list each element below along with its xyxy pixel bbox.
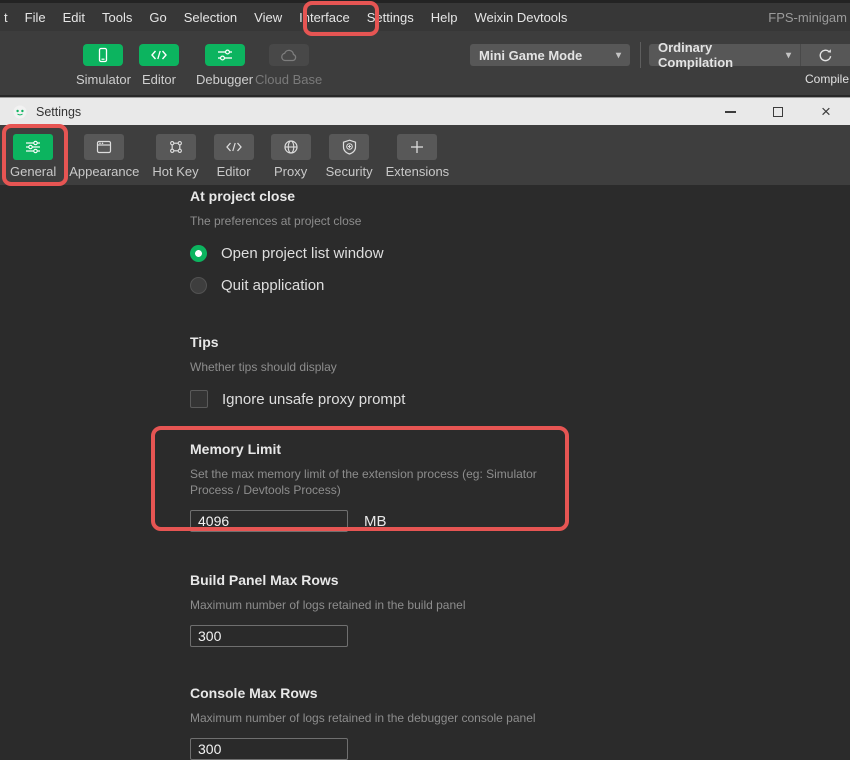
cloud-base-button: Cloud Base bbox=[255, 44, 322, 87]
checkbox-ignore-unsafe-proxy[interactable]: Ignore unsafe proxy prompt bbox=[190, 387, 770, 411]
close-icon: × bbox=[821, 103, 831, 120]
radio-selected-icon[interactable] bbox=[190, 245, 207, 262]
tab-proxy[interactable]: Proxy bbox=[269, 134, 313, 185]
menu-item-truncated[interactable]: t bbox=[2, 9, 10, 26]
section-description: The preferences at project close bbox=[190, 213, 575, 229]
code-icon bbox=[225, 141, 243, 153]
window-icon bbox=[96, 140, 112, 154]
section-memory-limit: Memory Limit Set the max memory limit of… bbox=[190, 441, 770, 532]
section-heading: Tips bbox=[190, 334, 770, 350]
memory-limit-unit: MB bbox=[364, 513, 387, 530]
menu-bar: t File Edit Tools Go Selection View Inte… bbox=[0, 0, 850, 31]
project-name-label: FPS-minigam bbox=[768, 10, 847, 25]
radio-quit-application[interactable]: Quit application bbox=[190, 273, 770, 297]
tab-hot-key-label: Hot Key bbox=[152, 164, 198, 179]
console-max-rows-input[interactable] bbox=[190, 738, 348, 760]
settings-content: At project close The preferences at proj… bbox=[190, 188, 770, 747]
section-description: Whether tips should display bbox=[190, 359, 575, 375]
minimize-icon bbox=[725, 111, 736, 113]
checkbox-icon[interactable] bbox=[190, 390, 208, 408]
plus-icon bbox=[409, 139, 425, 155]
close-button[interactable]: × bbox=[818, 104, 834, 120]
tab-proxy-label: Editor bbox=[217, 164, 251, 179]
refresh-icon bbox=[818, 48, 833, 63]
build-panel-max-rows-input[interactable] bbox=[190, 625, 348, 647]
globe-icon bbox=[283, 139, 299, 155]
tab-proxy-label: Proxy bbox=[274, 164, 307, 179]
debugger-button[interactable]: Debugger bbox=[196, 44, 253, 87]
tab-hot-key[interactable]: Hot Key bbox=[152, 134, 198, 185]
compile-button[interactable] bbox=[800, 44, 850, 66]
menu-item-settings[interactable]: Settings bbox=[365, 9, 416, 26]
section-heading: Console Max Rows bbox=[190, 685, 770, 701]
menu-item-file[interactable]: File bbox=[23, 9, 48, 26]
memory-limit-input[interactable] bbox=[190, 510, 348, 532]
tab-general[interactable]: General bbox=[10, 134, 56, 185]
settings-window: Settings × General bbox=[0, 97, 850, 747]
section-description: Maximum number of logs retained in the d… bbox=[190, 710, 575, 726]
tab-editor[interactable]: Editor bbox=[212, 134, 256, 185]
section-description: Set the max memory limit of the extensio… bbox=[190, 466, 575, 498]
tab-security[interactable]: Security bbox=[326, 134, 373, 185]
mode-dropdown[interactable]: Mini Game Mode ▾ bbox=[470, 44, 630, 66]
sliders-icon bbox=[25, 140, 41, 154]
radio-open-project-list[interactable]: Open project list window bbox=[190, 241, 770, 265]
section-heading: Build Panel Max Rows bbox=[190, 572, 770, 588]
simulator-button[interactable]: Simulator bbox=[76, 44, 131, 87]
chevron-down-icon: ▾ bbox=[776, 50, 791, 61]
compilation-dropdown-value: Ordinary Compilation bbox=[658, 40, 776, 70]
settings-tabbar: General Appearance bbox=[0, 125, 850, 185]
section-tips: Tips Whether tips should display Ignore … bbox=[190, 334, 770, 411]
tab-general-label: General bbox=[10, 164, 56, 179]
sliders-icon bbox=[217, 48, 233, 62]
maximize-button[interactable] bbox=[770, 104, 786, 120]
toolbar-divider bbox=[640, 42, 641, 68]
section-description: Maximum number of logs retained in the b… bbox=[190, 597, 575, 613]
section-console-max-rows: Console Max Rows Maximum number of logs … bbox=[190, 685, 770, 760]
code-icon bbox=[150, 48, 168, 62]
radio-label: Quit application bbox=[221, 277, 324, 294]
section-heading: Memory Limit bbox=[190, 441, 770, 457]
menu-item-edit[interactable]: Edit bbox=[61, 9, 87, 26]
editor-label: Editor bbox=[142, 72, 176, 87]
devtools-logo-icon bbox=[12, 104, 28, 120]
settings-titlebar[interactable]: Settings × bbox=[0, 97, 850, 125]
tab-appearance[interactable]: Appearance bbox=[69, 134, 139, 185]
tab-extensions[interactable]: Extensions bbox=[386, 134, 450, 185]
tab-extensions-label: Extensions bbox=[386, 164, 450, 179]
menu-item-weixin-devtools[interactable]: Weixin Devtools bbox=[472, 9, 569, 26]
section-heading: At project close bbox=[190, 188, 770, 204]
mode-dropdown-value: Mini Game Mode bbox=[479, 48, 582, 63]
tab-appearance-label: Appearance bbox=[69, 164, 139, 179]
section-build-panel-max-rows: Build Panel Max Rows Maximum number of l… bbox=[190, 572, 770, 647]
menu-item-view[interactable]: View bbox=[252, 9, 284, 26]
menu-item-help[interactable]: Help bbox=[429, 9, 460, 26]
radio-unselected-icon[interactable] bbox=[190, 277, 207, 294]
section-at-project-close: At project close The preferences at proj… bbox=[190, 188, 770, 297]
compilation-dropdown[interactable]: Ordinary Compilation ▾ bbox=[649, 44, 800, 66]
menu-item-tools[interactable]: Tools bbox=[100, 9, 134, 26]
cloud-base-label: Cloud Base bbox=[255, 72, 322, 87]
simulator-label: Simulator bbox=[76, 72, 131, 87]
minimize-button[interactable] bbox=[722, 104, 738, 120]
menu-item-selection[interactable]: Selection bbox=[182, 9, 239, 26]
compile-label: Compile bbox=[805, 72, 849, 86]
phone-icon bbox=[95, 47, 111, 63]
window-title: Settings bbox=[36, 105, 81, 119]
shield-icon bbox=[342, 139, 357, 155]
menu-item-go[interactable]: Go bbox=[147, 9, 168, 26]
toolbar: Simulator Editor Debugger bbox=[0, 31, 850, 97]
chevron-down-icon: ▾ bbox=[606, 50, 621, 61]
tab-security-label: Security bbox=[326, 164, 373, 179]
debugger-label: Debugger bbox=[196, 72, 253, 87]
frame-icon bbox=[168, 139, 184, 155]
maximize-icon bbox=[773, 107, 783, 117]
checkbox-label: Ignore unsafe proxy prompt bbox=[222, 391, 405, 408]
editor-button[interactable]: Editor bbox=[139, 44, 179, 87]
cloud-icon bbox=[280, 49, 298, 62]
menu-item-interface[interactable]: Interface bbox=[297, 9, 352, 26]
radio-label: Open project list window bbox=[221, 245, 384, 262]
